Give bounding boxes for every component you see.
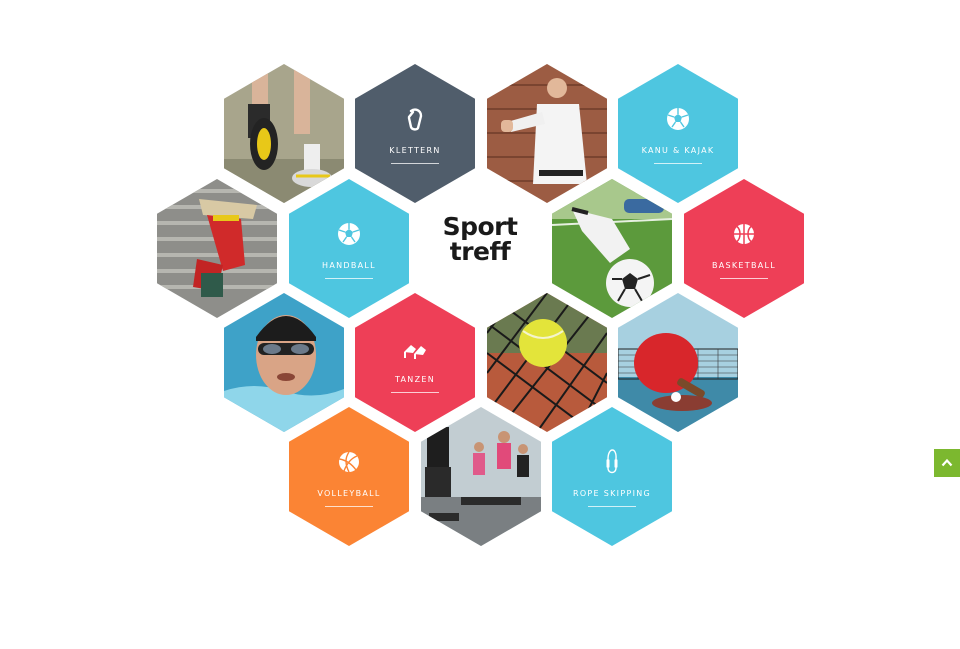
photo-table-tennis[interactable] (618, 293, 738, 432)
tile-label: VOLLEYBALL (317, 488, 381, 498)
tile-label: TANZEN (394, 374, 436, 384)
tile-handball[interactable]: HANDBALL (289, 179, 409, 318)
tile-label: BASKETBALL (711, 260, 777, 270)
chevron-up-icon (941, 458, 953, 467)
tile-volleyball[interactable]: VOLLEYBALL (289, 407, 409, 546)
tile-underline (588, 505, 636, 507)
logo-line-1: Sport (442, 212, 518, 241)
tile-underline (391, 162, 439, 164)
photo-karate[interactable] (487, 64, 607, 203)
logo-line-2: treff (449, 237, 511, 266)
dance-shoes-icon (404, 344, 426, 359)
tile-basketball[interactable]: BASKETBALL (684, 179, 804, 318)
photo-fitness-class[interactable] (421, 407, 541, 546)
tile-label: KANU & KAJAK (641, 145, 715, 155)
tile-underline (325, 277, 373, 279)
tile-underline (720, 277, 768, 279)
tile-tanzen[interactable]: TANZEN (355, 293, 475, 432)
photo-swimming[interactable] (224, 293, 344, 432)
tile-klettern[interactable]: KLETTERN (355, 64, 475, 203)
sporttreff-logo[interactable]: Sport treff (420, 214, 540, 264)
tile-label: KLETTERN (389, 145, 441, 155)
ball-icon (338, 222, 360, 245)
ball-icon (667, 107, 689, 130)
photo-soccer[interactable] (552, 179, 672, 318)
sports-honeycomb: KLETTERN KANU & KAJAK HANDBALL Sport tre… (0, 0, 960, 649)
basketball-icon (734, 223, 754, 244)
tile-underline (391, 391, 439, 393)
photo-breakdance[interactable] (157, 179, 277, 318)
tile-underline (325, 505, 373, 507)
carabiner-icon (407, 107, 423, 131)
jump-rope-icon (606, 448, 618, 473)
photo-running[interactable] (224, 64, 344, 203)
volleyball-icon (339, 451, 359, 472)
tile-rope-skipping[interactable]: ROPE SKIPPING (552, 407, 672, 546)
photo-tennis[interactable] (487, 293, 607, 432)
tile-kanu-kajak[interactable]: KANU & KAJAK (618, 64, 738, 203)
tile-label: HANDBALL (322, 260, 376, 270)
tile-label: ROPE SKIPPING (572, 488, 652, 498)
back-to-top-button[interactable] (934, 449, 960, 477)
tile-underline (654, 162, 702, 164)
